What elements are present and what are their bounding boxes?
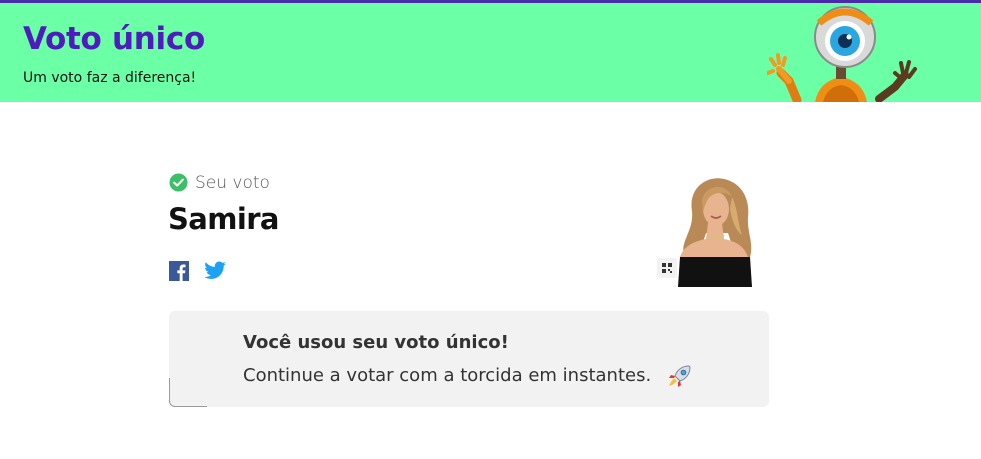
vote-confirmation-box [169,311,769,407]
box-corner-decoration [169,378,207,407]
facebook-icon[interactable] [169,261,189,281]
page-title: Voto único [23,21,205,57]
candidate-name: Samira [168,202,279,236]
confirmation-heading: Você usou seu voto único! [243,332,509,353]
candidate-photo [670,173,768,287]
rocket-icon [669,365,691,387]
qr-code-button[interactable] [657,258,677,278]
page-subtitle: Um voto faz a diferença! [23,70,197,86]
vote-status-label: Seu voto [195,173,270,193]
eye-mascot-icon [767,6,917,102]
qr-code-icon [662,263,672,273]
confirmation-message: Continue a votar com a torcida em instan… [243,365,652,386]
check-circle-icon [169,173,188,192]
twitter-icon[interactable] [204,261,226,280]
